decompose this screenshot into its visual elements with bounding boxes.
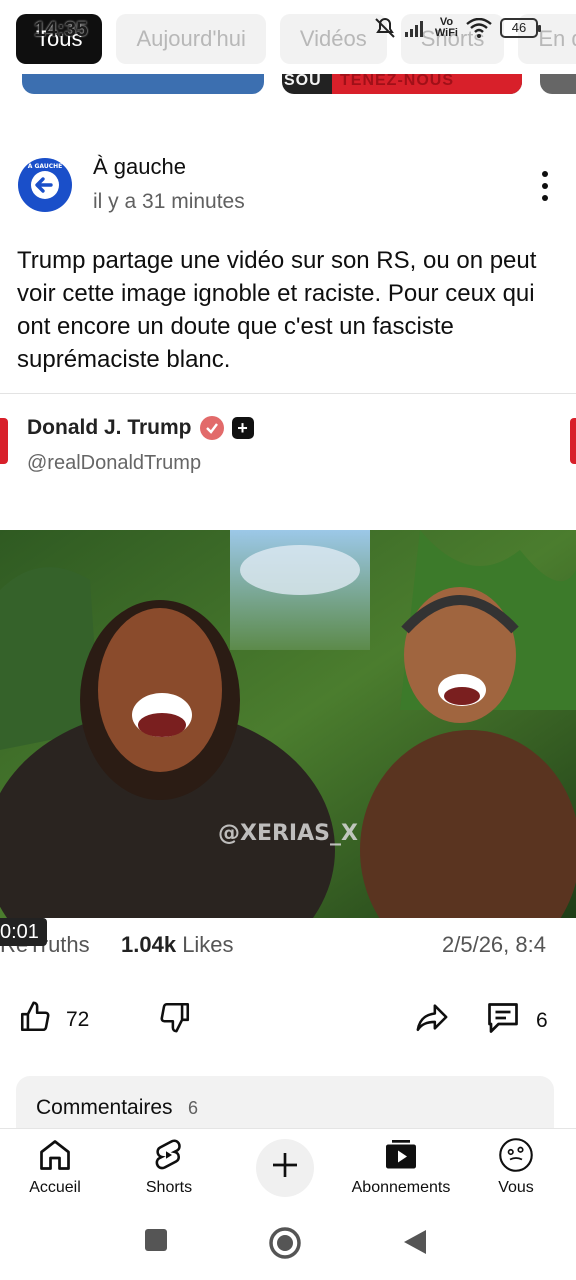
square-icon (145, 1229, 167, 1251)
post-image[interactable]: Donald J. Trump + @realDonaldTrump @XERI… (0, 393, 576, 963)
create-button[interactable] (256, 1139, 314, 1197)
channel-name[interactable]: À gauche (93, 154, 186, 180)
comment-count: 6 (536, 1009, 548, 1032)
bottom-navigation: Accueil Shorts Abonnements Vous (0, 1128, 576, 1212)
thumbs-up-icon (18, 1000, 52, 1040)
embedded-post-header: Donald J. Trump + @realDonaldTrump (0, 394, 576, 530)
like-button[interactable]: 72 (18, 1000, 89, 1040)
wifi-icon (466, 18, 492, 38)
svg-text:À GAUCHE: À GAUCHE (28, 163, 63, 170)
post-header: À GAUCHE À gauche il y a 31 minutes (0, 150, 576, 220)
status-time: 14:35 (34, 18, 88, 41)
comments-title: Commentaires (36, 1096, 173, 1119)
previous-post-thumbnails: SOU TENEZ-NOUS (0, 74, 576, 96)
thumbnail-2[interactable]: SOU TENEZ-NOUS (282, 74, 522, 94)
thumbnail-3[interactable] (540, 74, 576, 94)
signal-icon (404, 19, 427, 37)
top-bar: Tous Aujourd'hui Vidéos Shorts En direct… (0, 0, 576, 100)
channel-avatar[interactable]: À GAUCHE (18, 158, 72, 212)
share-button[interactable] (414, 1000, 450, 1040)
system-navigation (0, 1212, 576, 1280)
vowifi-label: Vo WiFi (434, 16, 458, 39)
mute-icon (373, 16, 397, 40)
status-icons: Vo WiFi 46 (373, 16, 541, 40)
home-icon (40, 1140, 70, 1170)
home-system-button[interactable] (268, 1226, 302, 1265)
comment-icon (484, 1000, 522, 1042)
nav-subscriptions[interactable]: Abonnements (346, 1137, 456, 1197)
embedded-stats: ReTruths 1.04k Likes 2/5/26, 8:4 (0, 928, 576, 963)
chip-today[interactable]: Aujourd'hui (116, 14, 266, 64)
comment-button[interactable]: 6 (484, 1000, 548, 1042)
embedded-author: Donald J. Trump + (27, 416, 254, 440)
duration-badge: 0:01 (0, 918, 47, 946)
plus-badge-icon: + (231, 417, 254, 439)
back-button[interactable] (402, 1228, 428, 1261)
thumbnail-1[interactable] (22, 74, 264, 94)
chip-videos[interactable]: Vidéos (279, 14, 387, 64)
post-actions: 72 6 (0, 994, 576, 1044)
nav-shorts[interactable]: Shorts (114, 1137, 224, 1197)
battery-indicator: 46 (500, 18, 541, 38)
comments-count: 6 (188, 1098, 199, 1118)
plus-icon (273, 1153, 297, 1177)
more-options-icon[interactable] (530, 166, 560, 206)
embedded-handle: @realDonaldTrump (27, 452, 202, 474)
like-count: 72 (66, 1008, 90, 1031)
recents-button[interactable] (144, 1228, 168, 1257)
profile-avatar-icon (499, 1138, 533, 1172)
nav-you[interactable]: Vous (461, 1137, 571, 1197)
embedded-video-frame: @XERIAS_X (0, 530, 576, 918)
shorts-icon (155, 1139, 181, 1170)
post-timestamp: il y a 31 minutes (93, 190, 245, 213)
back-triangle-icon (404, 1230, 426, 1254)
post-text: Trump partage une vidéo sur son RS, ou o… (17, 247, 537, 373)
subscriptions-icon (386, 1140, 416, 1169)
share-icon (414, 1000, 450, 1040)
verified-badge-icon (199, 416, 224, 440)
video-watermark: @XERIAS_X (218, 821, 358, 846)
thumbs-down-icon (158, 1000, 192, 1040)
dislike-button[interactable] (158, 1000, 192, 1040)
nav-home[interactable]: Accueil (0, 1137, 110, 1197)
circle-icon (269, 1227, 301, 1259)
